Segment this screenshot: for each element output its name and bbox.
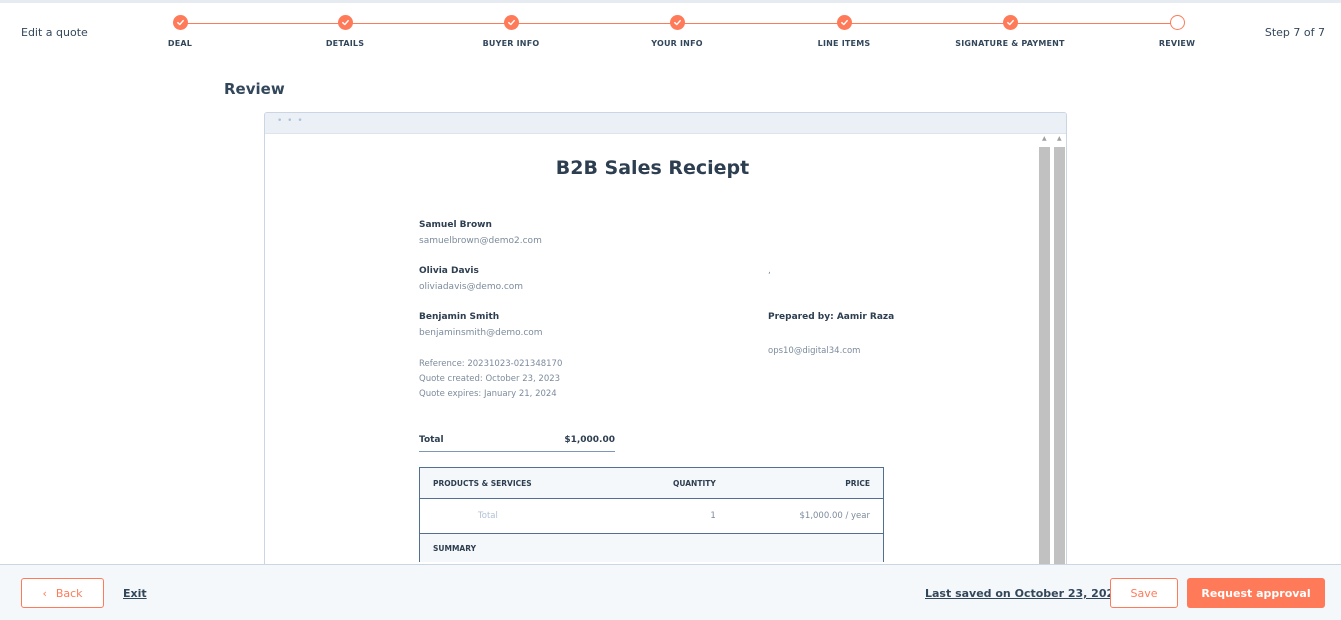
summary-label: SUMMARY xyxy=(419,533,620,562)
quote-preview-frame: • • • ▲ ▲ B2B Sales Reciept Samuel Brown… xyxy=(264,112,1067,574)
contact-email: benjaminsmith@demo.com xyxy=(419,328,543,338)
olivia-side-mark: , xyxy=(768,266,771,276)
scroll-up-arrow-icon[interactable]: ▲ xyxy=(1042,135,1047,142)
contact-olivia: Olivia Davis oliviadavis@demo.com xyxy=(419,266,523,292)
quote-meta: Reference: 20231023-021348170 Quote crea… xyxy=(419,357,562,402)
cell-quantity: 1 xyxy=(619,498,729,534)
contact-email: oliviadavis@demo.com xyxy=(419,282,524,292)
total-value: $1,000.00 xyxy=(564,435,615,445)
step-details[interactable]: DETAILS xyxy=(285,15,405,48)
column-header-products: PRODUCTS & SERVICES xyxy=(419,467,620,499)
last-saved-link[interactable]: Last saved on October 23, 2023 xyxy=(925,587,1122,600)
step-line-items[interactable]: LINE ITEMS xyxy=(784,15,904,48)
browser-dots-icon: • • • xyxy=(277,116,304,126)
check-icon xyxy=(1002,15,1018,30)
scroll-up-arrow-icon[interactable]: ▲ xyxy=(1057,135,1062,142)
preview-browser-bar: • • • xyxy=(265,113,1066,134)
exit-link[interactable]: Exit xyxy=(123,587,147,600)
column-header-price: PRICE xyxy=(728,467,884,499)
back-button-label: Back xyxy=(55,586,83,600)
document-title: B2B Sales Reciept xyxy=(555,157,750,179)
summary-cell xyxy=(619,533,729,562)
prepared-by: Prepared by: Aamir Raza xyxy=(768,312,894,322)
line-items-table: PRODUCTS & SERVICES QUANTITY PRICE Total… xyxy=(419,467,884,562)
step-signature-payment[interactable]: SIGNATURE & PAYMENT xyxy=(950,15,1070,48)
contact-benjamin: Benjamin Smith benjaminsmith@demo.com xyxy=(419,312,543,338)
summary-cell xyxy=(728,533,884,562)
total-label: Total xyxy=(419,435,444,445)
step-label: DEAL xyxy=(167,39,193,48)
step-your-info[interactable]: YOUR INFO xyxy=(617,15,737,48)
prepared-by-email: ops10@digital34.com xyxy=(768,346,861,356)
table-header-row: PRODUCTS & SERVICES QUANTITY PRICE xyxy=(419,467,884,499)
step-label: REVIEW xyxy=(1158,39,1196,48)
review-heading: Review xyxy=(224,80,285,98)
footer-bar: ‹ Back Exit Last saved on October 23, 20… xyxy=(0,564,1341,620)
step-label: DETAILS xyxy=(325,39,365,48)
check-icon xyxy=(172,15,188,30)
step-buyer-info[interactable]: BUYER INFO xyxy=(451,15,571,48)
check-icon xyxy=(836,15,852,30)
scrollbar[interactable] xyxy=(1054,147,1065,573)
step-review[interactable]: REVIEW xyxy=(1117,15,1237,48)
chevron-left-icon: ‹ xyxy=(42,586,47,600)
contact-name: Olivia Davis xyxy=(419,266,479,276)
request-approval-button[interactable]: Request approval xyxy=(1187,578,1325,608)
step-label: LINE ITEMS xyxy=(817,39,871,48)
summary-row: SUMMARY xyxy=(419,533,884,562)
contact-email: samuelbrown@demo2.com xyxy=(419,236,542,246)
quote-created: Quote created: October 23, 2023 xyxy=(419,374,561,384)
save-button[interactable]: Save xyxy=(1110,578,1178,608)
step-counter: Step 7 of 7 xyxy=(1264,26,1325,39)
check-icon xyxy=(669,15,685,30)
contact-name: Benjamin Smith xyxy=(419,312,500,322)
total-row: Total $1,000.00 xyxy=(419,435,615,452)
check-icon xyxy=(337,15,353,30)
table-row: Total 1 $1,000.00 / year xyxy=(419,498,884,534)
step-label: SIGNATURE & PAYMENT xyxy=(955,39,1065,48)
step-deal[interactable]: DEAL xyxy=(120,15,240,48)
contact-samuel: Samuel Brown samuelbrown@demo2.com xyxy=(419,220,542,246)
back-button[interactable]: ‹ Back xyxy=(21,578,104,608)
contact-name: Samuel Brown xyxy=(419,220,492,230)
current-step-circle-icon xyxy=(1169,15,1185,30)
cell-price: $1,000.00 / year xyxy=(728,498,884,534)
step-label: YOUR INFO xyxy=(651,39,703,48)
column-header-quantity: QUANTITY xyxy=(619,467,729,499)
top-border xyxy=(0,0,1341,3)
prepared-by-name: Prepared by: Aamir Raza xyxy=(768,312,895,322)
quote-expires: Quote expires: January 21, 2024 xyxy=(419,389,557,399)
check-icon xyxy=(503,15,519,30)
cell-product: Total xyxy=(419,498,620,534)
step-label: BUYER INFO xyxy=(482,39,540,48)
quote-reference: Reference: 20231023-021348170 xyxy=(419,359,563,369)
page-title: Edit a quote xyxy=(21,26,88,39)
scrollbar[interactable] xyxy=(1039,147,1050,573)
